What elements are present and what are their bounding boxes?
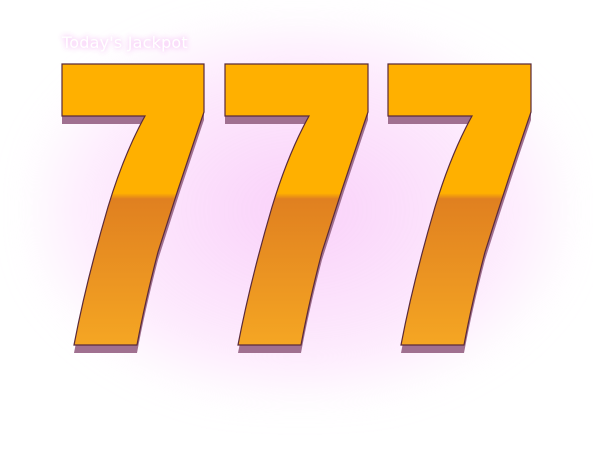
- jackpot-digits: 7 7 7: [61, 63, 532, 353]
- jackpot-digit-3: 7: [387, 63, 532, 353]
- jackpot-digit-1: 7: [61, 63, 205, 353]
- jackpot-digit-2: 7: [224, 63, 369, 353]
- jackpot-display: Today's Jackpot 7 7 7: [0, 0, 593, 453]
